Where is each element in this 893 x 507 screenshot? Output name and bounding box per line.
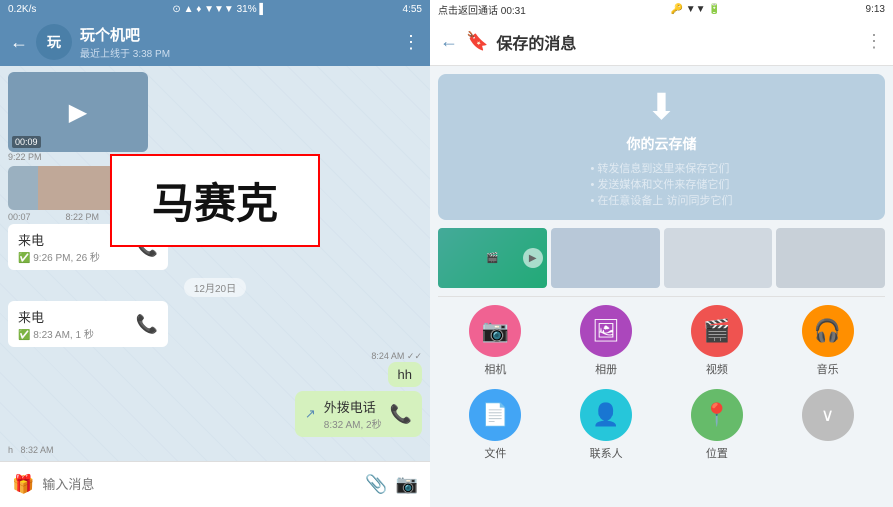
contact-label: 联系人 [590,445,623,461]
status-bar-right: 点击返回通话 00:31 🔑 ▼▼ 🔋 9:13 [430,0,893,18]
camera-icon-symbol: 📷 [482,318,509,344]
media-item-camera[interactable]: 📷 相机 [446,305,545,377]
location-circle: 📍 [691,389,743,441]
media-item-video[interactable]: 🎬 视频 [668,305,767,377]
more-circle: ∨ [802,389,854,441]
mosaic-text: 马赛克 [152,180,278,227]
file-label: 文件 [484,445,506,461]
call-info-1: 来电 ✅ 9:26 PM, 26 秒 [18,230,100,264]
chat-name: 玩个机吧 [80,24,394,45]
attach-icon[interactable]: 📎 [365,474,387,495]
sent-call-row: ↗ 外拨电话 8:32 AM, 2秒 📞 [8,391,422,437]
contact-circle: 👤 [580,389,632,441]
bottom-time: h 8:32 AM [8,445,422,455]
media-item-location[interactable]: 📍 位置 [668,389,767,461]
saved-back-button[interactable]: ← [440,31,458,52]
call-label-1: 来电 [18,230,100,249]
call-time-1: ✅ 9:26 PM, 26 秒 [18,249,100,264]
thumb-4[interactable] [776,228,885,288]
thumb-3[interactable] [664,228,773,288]
music-icon-symbol: 🎧 [814,318,841,344]
chat-header: ← 玩 玩个机吧 最近上线于 3:38 PM ⋮ [0,18,430,66]
chat-avatar: 玩 [36,24,72,60]
media-item-more[interactable]: ∨ [778,389,877,461]
call-phone-icon-3[interactable]: 📞 [390,404,412,425]
media-item-music[interactable]: 🎧 音乐 [778,305,877,377]
call-return-text: 点击返回通话 00:31 [438,2,526,17]
music-label: 音乐 [817,361,839,377]
left-phone-panel: 0.2K/s ⊙ ▲ ♦ ▼▼▼ 31% ▌ 4:55 ← 玩 玩个机吧 最近上… [0,0,430,507]
thumb-2[interactable] [551,228,660,288]
thumbnails-row: 🎬 ▶ [438,228,885,288]
cloud-download-icon: ⬇ [646,86,676,128]
media-item-file[interactable]: 📄 文件 [446,389,545,461]
sent-text-row: 8:24 AM ✓✓ hh [8,351,422,387]
cloud-feature-2: 发送媒体和文件来存储它们 [591,176,733,192]
location-icon-symbol: 📍 [703,402,730,428]
photo-circle: 🖼 [580,305,632,357]
time-right: 9:13 [866,4,885,15]
file-circle: 📄 [469,389,521,441]
cloud-features: 转发信息到这里来保存它们 发送媒体和文件来存储它们 在任意设备上 访问同步它们 [591,160,733,208]
call-label-2: 来电 [18,307,94,326]
chat-body: ▶ 00:09 9:22 PM 马赛克 00:07 8:22 PM 来电 ✅ 9… [0,66,430,461]
media-grid-row1: 📷 相机 🖼 相册 🎬 视频 🎧 音乐 [430,297,893,385]
media-item-photo[interactable]: 🖼 相册 [557,305,656,377]
thumb-play-1: ▶ [523,248,543,268]
file-icon-symbol: 📄 [482,402,509,428]
status-icons-right: 🔑 ▼▼ 🔋 [671,4,721,15]
video-duration-1: 00:09 [12,136,41,148]
sent-message-hh: 8:24 AM ✓✓ hh [371,351,422,387]
sent-call-bubble: ↗ 外拨电话 8:32 AM, 2秒 📞 [295,391,422,437]
sent-bubble-hh: hh [388,362,422,387]
cloud-storage-card: ⬇ 你的云存储 转发信息到这里来保存它们 发送媒体和文件来存储它们 在任意设备上… [438,74,885,220]
bottom-input-bar: 🎁 📎 📷 [0,461,430,507]
incoming-call-2: 来电 ✅ 8:23 AM, 1 秒 📞 [8,301,168,347]
chat-status: 最近上线于 3:38 PM [80,45,394,60]
date-divider: 12月20日 [184,278,246,297]
call-out-arrow: ↗ [305,406,316,422]
cloud-title: 你的云存储 [627,134,697,154]
thumb-1[interactable]: 🎬 ▶ [438,228,547,288]
video-message-1: ▶ 00:09 9:22 PM [8,72,422,164]
camera-label: 相机 [484,361,506,377]
cloud-feature-3: 在任意设备上 访问同步它们 [591,192,733,208]
video-icon-symbol: 🎬 [703,318,730,344]
saved-title: 保存的消息 [496,30,857,54]
status-icons: ⊙ ▲ ♦ ▼▼▼ 31% ▌ [172,4,266,15]
camera-circle: 📷 [469,305,521,357]
message-input[interactable] [42,477,357,492]
header-menu-button[interactable]: ⋮ [402,32,420,53]
back-button[interactable]: ← [10,32,28,53]
speed-indicator: 0.2K/s [8,4,36,15]
video-thumb-1[interactable]: ▶ 00:09 [8,72,148,152]
photo-label: 相册 [595,361,617,377]
mosaic-overlay: 马赛克 [110,154,320,247]
more-icon-symbol: ∨ [821,405,834,426]
cloud-feature-1: 转发信息到这里来保存它们 [591,160,733,176]
call-phone-icon-2[interactable]: 📞 [136,314,158,335]
saved-menu-button[interactable]: ⋮ [865,31,883,52]
video-circle: 🎬 [691,305,743,357]
camera-icon[interactable]: 📷 [396,474,418,495]
media-grid-row2: 📄 文件 👤 联系人 📍 位置 ∨ [430,385,893,469]
status-bar-left: 0.2K/s ⊙ ▲ ♦ ▼▼▼ 31% ▌ 4:55 [0,0,430,18]
call-info-2: 来电 ✅ 8:23 AM, 1 秒 [18,307,94,341]
saved-body: ⬇ 你的云存储 转发信息到这里来保存它们 发送媒体和文件来存储它们 在任意设备上… [430,66,893,507]
header-info: 玩个机吧 最近上线于 3:38 PM [80,24,394,60]
time-left: 4:55 [403,4,422,15]
contact-icon-symbol: 👤 [592,402,619,428]
saved-header: ← 🔖 保存的消息 ⋮ [430,18,893,66]
call-time-2: ✅ 8:23 AM, 1 秒 [18,326,94,341]
location-label: 位置 [706,445,728,461]
sticker-icon: 🎁 [12,474,34,495]
photo-icon-symbol: 🖼 [592,318,620,344]
music-circle: 🎧 [802,305,854,357]
video-label: 视频 [706,361,728,377]
right-phone-panel: 点击返回通话 00:31 🔑 ▼▼ 🔋 9:13 ← 🔖 保存的消息 ⋮ ⬇ 你… [430,0,893,507]
bookmark-icon: 🔖 [466,31,488,52]
media-item-contact[interactable]: 👤 联系人 [557,389,656,461]
